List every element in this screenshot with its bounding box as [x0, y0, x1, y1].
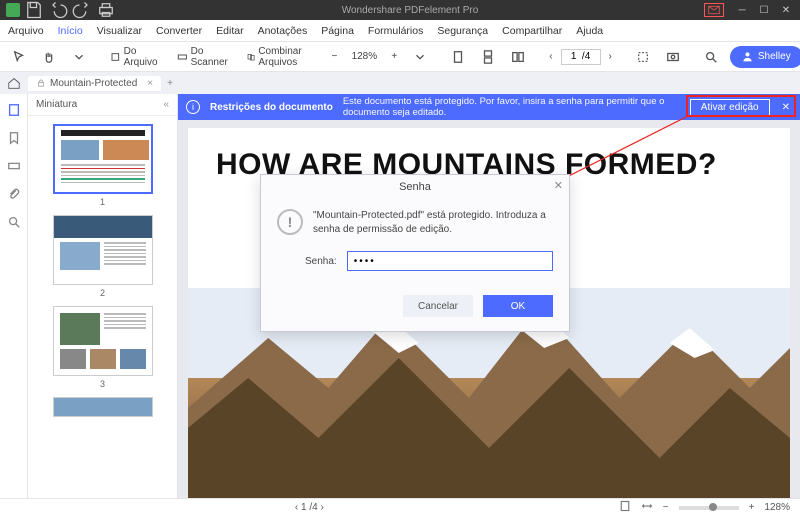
menu-seguranca[interactable]: Segurança [437, 25, 488, 37]
menu-editar[interactable]: Editar [216, 25, 243, 37]
window-close-button[interactable]: ✕ [776, 2, 796, 18]
zoom-slider[interactable] [679, 506, 739, 510]
menu-anotacoes[interactable]: Anotações [258, 25, 308, 37]
menu-compartilhar[interactable]: Compartilhar [502, 25, 562, 37]
password-label: Senha: [305, 256, 337, 267]
menu-ajuda[interactable]: Ajuda [576, 25, 603, 37]
home-tab-icon[interactable] [6, 75, 22, 91]
thumb-number: 1 [53, 197, 153, 207]
thumbnails-title: Miniatura [36, 99, 77, 110]
app-logo-icon [6, 3, 20, 17]
hand-tool-icon[interactable] [38, 48, 60, 66]
page-field[interactable] [561, 49, 601, 65]
title-bar: Wondershare PDFelement Pro ─ ☐ ✕ [0, 0, 800, 20]
view-single-icon[interactable] [447, 48, 469, 66]
fit-page-icon[interactable] [619, 500, 631, 515]
restriction-close-icon[interactable]: ✕ [780, 102, 792, 113]
thumbnails-panel: Miniatura « 1 2 3 [28, 94, 178, 498]
password-input[interactable] [347, 251, 553, 271]
status-zoom-value: 128% [764, 502, 790, 513]
ok-button[interactable]: OK [483, 295, 553, 317]
search-icon[interactable] [700, 48, 722, 66]
thumbnails-rail-icon[interactable] [6, 102, 22, 118]
user-badge[interactable]: Shelley [730, 46, 800, 68]
lock-icon [36, 78, 46, 88]
menu-arquivo[interactable]: Arquivo [8, 25, 44, 37]
dialog-close-icon[interactable]: ✕ [554, 179, 563, 192]
print-icon[interactable] [96, 2, 116, 18]
document-tabs: Mountain-Protected × + [0, 72, 800, 94]
menu-converter[interactable]: Converter [156, 25, 202, 37]
zoom-value[interactable]: 128% [349, 51, 379, 62]
crop-icon[interactable] [632, 48, 654, 66]
new-tab-icon[interactable]: + [167, 78, 173, 89]
page-navigator: ‹ › [545, 49, 616, 65]
select-tool-icon[interactable] [8, 48, 30, 66]
restriction-title: Restrições do documento [210, 102, 333, 113]
password-dialog: Senha ✕ ! "Mountain-Protected.pdf" está … [260, 174, 570, 332]
dialog-message: "Mountain-Protected.pdf" está protegido.… [313, 209, 553, 237]
dialog-title: Senha [399, 181, 431, 193]
from-file-button[interactable]: Do Arquivo [106, 44, 165, 70]
window-maximize-button[interactable]: ☐ [754, 2, 774, 18]
view-facing-icon[interactable] [507, 48, 529, 66]
toolbar: Do Arquivo Do Scanner Combinar Arquivos … [0, 42, 800, 72]
status-zoom-out-icon[interactable]: − [663, 502, 669, 513]
info-icon: i [186, 100, 200, 114]
restriction-message: Este documento está protegido. Por favor… [343, 96, 680, 118]
menu-inicio[interactable]: Início [58, 25, 83, 37]
menu-bar: Arquivo Início Visualizar Converter Edit… [0, 20, 800, 42]
status-page: ‹ 1 /4 › [295, 502, 324, 513]
search-rail-icon[interactable] [6, 214, 22, 230]
cancel-button[interactable]: Cancelar [403, 295, 473, 317]
user-icon [742, 51, 753, 62]
zoom-out-icon[interactable]: − [328, 49, 342, 64]
next-page-icon[interactable]: › [605, 49, 616, 64]
status-zoom-in-icon[interactable]: + [749, 502, 755, 513]
from-scanner-button[interactable]: Do Scanner [173, 44, 235, 70]
left-rail [0, 94, 28, 498]
panel-collapse-icon[interactable]: « [163, 99, 169, 110]
thumbnail-page-3[interactable]: 3 [53, 306, 153, 389]
thumb-number: 2 [53, 288, 153, 298]
menu-visualizar[interactable]: Visualizar [97, 25, 142, 37]
fit-options-icon[interactable] [409, 48, 431, 66]
thumbnail-page-2[interactable]: 2 [53, 215, 153, 298]
save-icon[interactable] [24, 2, 44, 18]
attachments-rail-icon[interactable] [6, 186, 22, 202]
chevron-down-icon[interactable] [68, 48, 90, 66]
view-cont-icon[interactable] [477, 48, 499, 66]
prev-page-icon[interactable]: ‹ [545, 49, 556, 64]
document-tab[interactable]: Mountain-Protected × [28, 76, 161, 91]
combine-files-button[interactable]: Combinar Arquivos [243, 44, 311, 70]
status-bar: ‹ 1 /4 › − + 128% [0, 498, 800, 516]
restriction-bar: i Restrições do documento Este documento… [178, 94, 800, 120]
fit-width-icon[interactable] [641, 500, 653, 515]
app-title: Wondershare PDFelement Pro [116, 5, 704, 16]
user-name: Shelley [758, 51, 791, 62]
thumbnail-page-1[interactable]: 1 [53, 124, 153, 207]
thumbnail-page-4[interactable] [53, 397, 153, 417]
tab-label: Mountain-Protected [50, 78, 137, 89]
redo-icon[interactable] [72, 2, 92, 18]
zoom-in-icon[interactable]: + [387, 49, 401, 64]
window-minimize-button[interactable]: ─ [732, 2, 752, 18]
status-next-icon[interactable]: › [320, 502, 323, 513]
thumb-number: 3 [53, 379, 153, 389]
warning-icon: ! [277, 209, 303, 235]
bookmarks-rail-icon[interactable] [6, 130, 22, 146]
tab-close-icon[interactable]: × [147, 78, 153, 89]
screenshot-icon[interactable] [662, 48, 684, 66]
mail-icon[interactable] [704, 3, 724, 17]
menu-pagina[interactable]: Página [321, 25, 354, 37]
comments-rail-icon[interactable] [6, 158, 22, 174]
undo-icon[interactable] [48, 2, 68, 18]
enable-editing-button[interactable]: Ativar edição [690, 99, 770, 116]
menu-formularios[interactable]: Formulários [368, 25, 423, 37]
